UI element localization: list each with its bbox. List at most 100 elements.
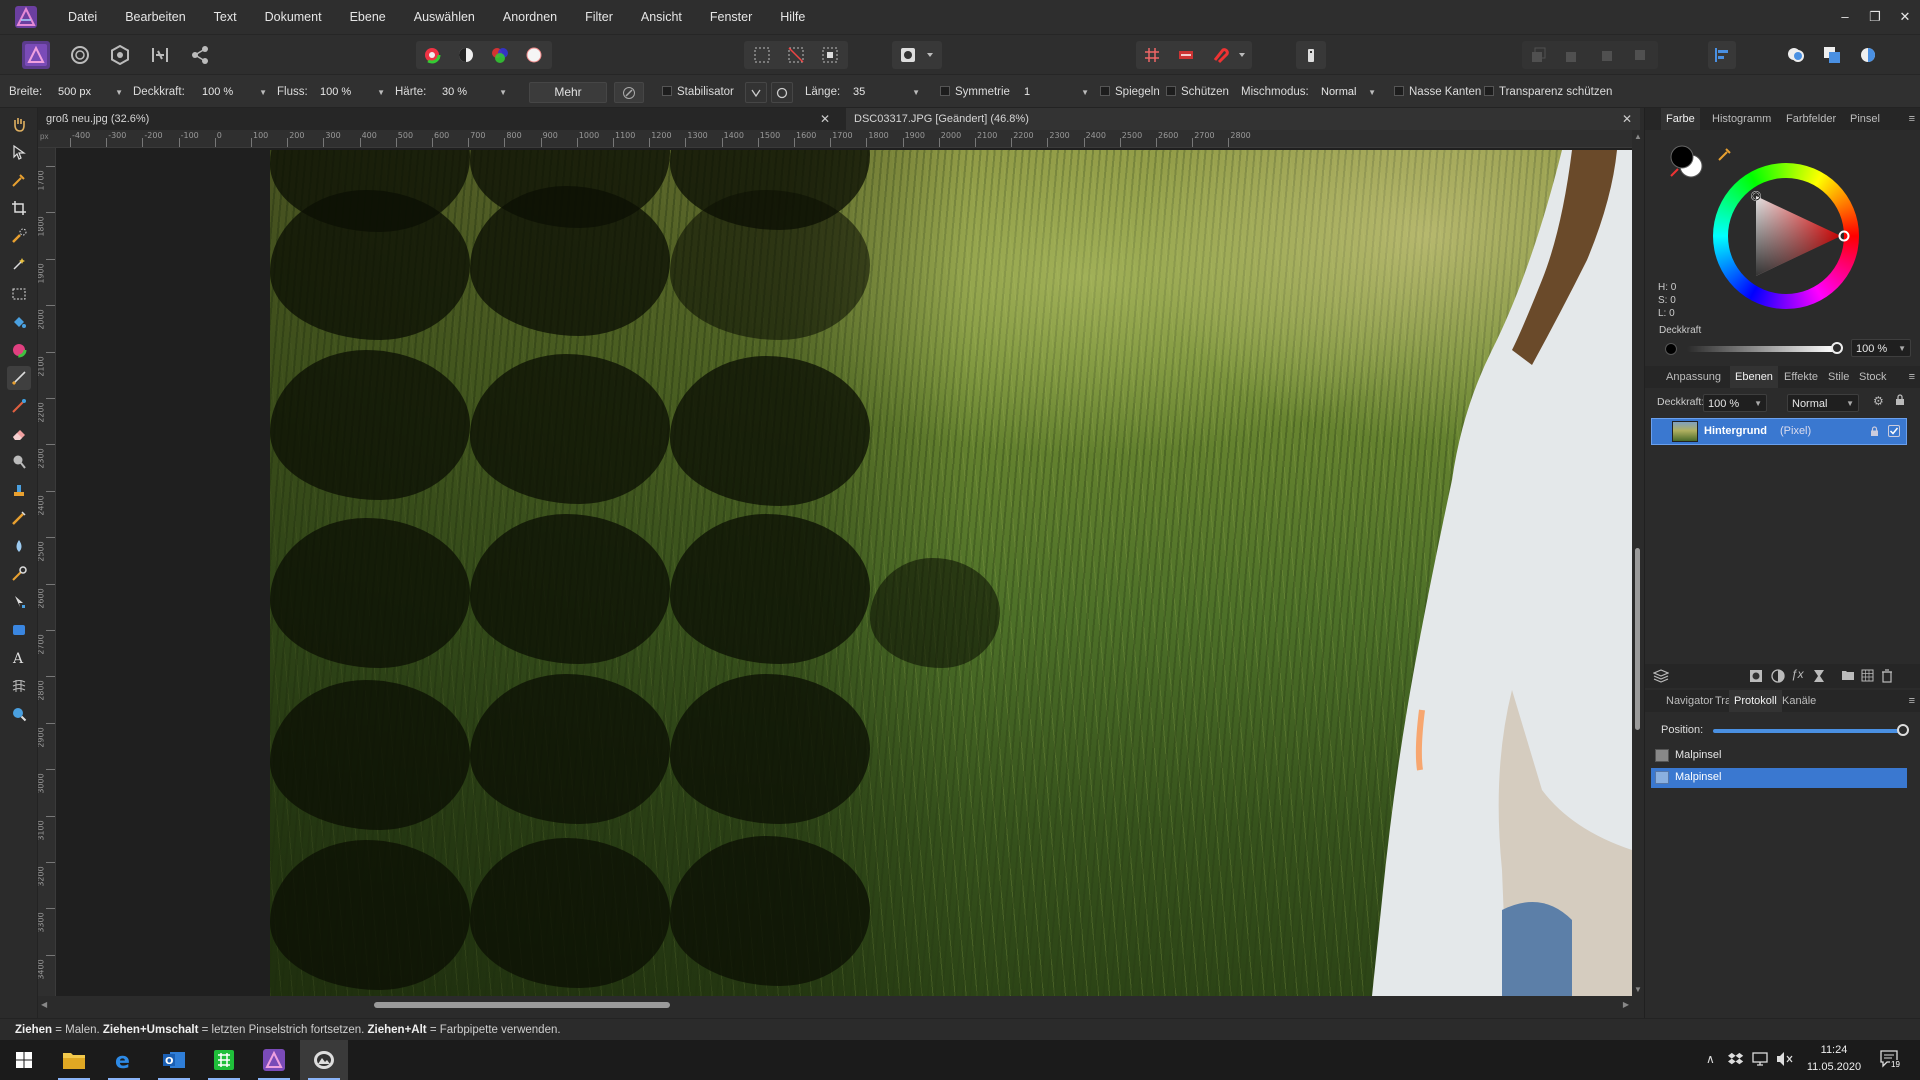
tab-stock[interactable]: Stock [1854,366,1892,388]
windows-start-icon[interactable] [0,1040,48,1080]
position-slider-handle[interactable] [1897,724,1909,736]
show-hidden-icons-icon[interactable]: ∧ [1706,1052,1715,1066]
color-triangle[interactable] [1713,163,1859,309]
color-picker-tool-icon[interactable] [7,168,31,192]
schuetzen-checkbox[interactable]: Schützen [1166,75,1229,109]
deselect-icon[interactable] [782,41,810,69]
volume-muted-icon[interactable] [1776,1051,1794,1070]
close-window-button[interactable]: ✕ [1890,0,1920,34]
crop-tool-icon[interactable] [7,196,31,220]
move-tool-icon[interactable] [7,140,31,164]
smudge-brush-tool-icon[interactable] [7,562,31,586]
menu-bearbeiten[interactable]: Bearbeiten [111,0,199,34]
outlook-icon[interactable]: O [150,1040,198,1080]
close-icon[interactable]: ✕ [1622,108,1632,130]
close-icon[interactable]: ✕ [820,108,830,130]
export-persona-icon[interactable] [186,41,214,69]
live-filter-icon[interactable] [1813,669,1825,686]
scroll-down-icon[interactable]: ▼ [1634,985,1642,994]
layers-stack-icon[interactable] [1652,669,1670,686]
canvas-area[interactable] [56,148,1632,996]
tab-effekte[interactable]: Effekte [1779,366,1823,388]
gear-icon[interactable]: ⚙ [1873,394,1884,408]
rectangle-tool-icon[interactable] [7,618,31,642]
lock-icon[interactable] [1895,394,1905,409]
mask-layer-icon[interactable] [1749,669,1763,686]
nasse-kanten-checkbox[interactable]: Nasse Kanten [1394,75,1481,109]
move-to-front-icon[interactable] [1626,41,1654,69]
menu-anordnen[interactable]: Anordnen [489,0,571,34]
tab-farbfelder[interactable]: Farbfelder [1781,108,1841,130]
marquee-tool-icon[interactable] [7,282,31,306]
vertical-scrollbar[interactable]: ▲ ▼ [1632,130,1644,996]
clock-time[interactable]: 11:24 [1804,1044,1864,1056]
move-back-one-icon[interactable] [1558,41,1586,69]
alignment-icon[interactable] [1708,41,1736,69]
tab-anpassung[interactable]: Anpassung [1661,366,1726,388]
fx-icon[interactable]: ƒx [1791,667,1804,681]
group-folder-icon[interactable] [1841,669,1855,684]
auto-white-balance-icon[interactable] [520,41,548,69]
move-to-back-icon[interactable] [1524,41,1552,69]
photo-persona-icon[interactable] [22,41,50,69]
opacity-slider-handle[interactable] [1831,342,1843,354]
color-replacement-tool-icon[interactable] [7,394,31,418]
restore-button[interactable]: ❐ [1860,0,1890,34]
selection-brush-tool-icon[interactable] [7,224,31,248]
deckkraft-field[interactable]: 100 % ▼ [199,84,269,101]
menu-datei[interactable]: Datei [54,0,111,34]
document-tab-dsc03317[interactable]: DSC03317.JPG [Geändert] (46.8%) ✕ [846,108,1640,130]
tab-stile[interactable]: Stile [1823,366,1854,388]
layer-row-hintergrund[interactable]: Hintergrund (Pixel) [1651,418,1907,445]
assistant-manager-icon[interactable] [1297,41,1325,69]
minimize-button[interactable]: – [1830,0,1860,34]
gradient-tool-icon[interactable] [7,338,31,362]
primary-secondary-color-icon[interactable] [1669,144,1705,180]
auto-contrast-icon[interactable] [452,41,480,69]
transparenz-checkbox[interactable]: Transparenz schützen [1484,75,1612,109]
action-center-icon[interactable]: 19 [1880,1050,1901,1071]
paint-brush-tool-icon[interactable] [7,366,31,390]
file-explorer-icon[interactable] [50,1040,98,1080]
flood-select-tool-icon[interactable] [7,252,31,276]
pressure-icon[interactable] [614,82,644,103]
menu-text[interactable]: Text [200,0,251,34]
dropbox-icon[interactable] [1728,1051,1744,1070]
erase-tool-icon[interactable] [7,422,31,446]
color-picker-icon[interactable] [1717,146,1733,162]
fill-tool-icon[interactable] [7,310,31,334]
spiegeln-checkbox[interactable]: Spiegeln [1100,75,1160,109]
menu-ebene[interactable]: Ebene [336,0,400,34]
symmetrie-field[interactable]: 1 ▼ [1021,84,1091,101]
layer-opacity-field[interactable]: 100 % ▼ [1703,394,1767,412]
menu-hilfe[interactable]: Hilfe [766,0,819,34]
snapping-dropdown-icon[interactable] [1234,41,1250,69]
rope-mode-icon[interactable] [745,82,767,103]
fluss-field[interactable]: 100 % ▼ [317,84,387,101]
laenge-field[interactable]: 35 ▼ [850,84,922,101]
hand-tool-icon[interactable] [7,112,31,136]
tab-pinsel[interactable]: Pinsel [1845,108,1885,130]
boolean-intersect-icon[interactable] [1854,41,1882,69]
layer-lock-icon[interactable] [1870,426,1879,440]
horizontal-scrollbar[interactable]: ◀ ▶ [38,996,1632,1014]
select-all-icon[interactable] [748,41,776,69]
artistic-text-tool-icon[interactable]: A [7,646,31,670]
document-tab-gross-neu[interactable]: groß neu.jpg (32.6%) ✕ [38,108,838,130]
auto-levels-icon[interactable] [418,41,446,69]
adjustment-layer-icon[interactable] [1771,669,1785,686]
history-entry-selected[interactable]: Malpinsel [1651,768,1907,788]
panel-menu-icon[interactable]: ≡ [1909,690,1915,712]
blend-mode-dropdown[interactable]: Normal ▼ [1787,394,1859,412]
boolean-subtract-icon[interactable] [1818,41,1846,69]
haerte-field[interactable]: 30 % ▼ [439,84,509,101]
layer-visibility-checkbox[interactable] [1888,425,1900,437]
tab-histogramm[interactable]: Histogramm [1707,108,1776,130]
tab-farbe[interactable]: Farbe [1661,108,1700,130]
network-icon[interactable] [1752,1051,1770,1070]
tab-kanaele[interactable]: Kanäle [1777,690,1821,712]
breite-field[interactable]: 500 px ▼ [55,84,125,101]
opacity-field[interactable]: 100 % ▼ [1851,339,1911,357]
scroll-right-icon[interactable]: ▶ [1623,1000,1629,1009]
zoom-tool-icon[interactable] [7,702,31,726]
